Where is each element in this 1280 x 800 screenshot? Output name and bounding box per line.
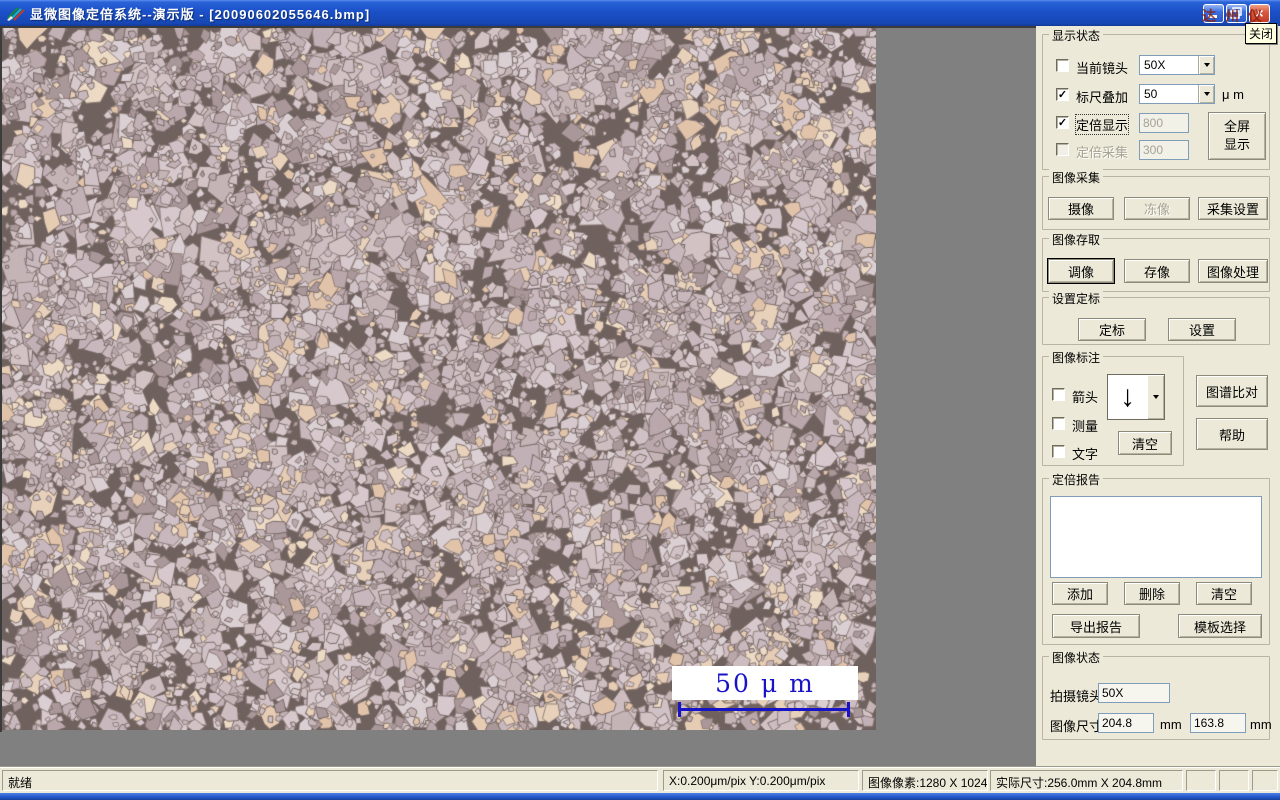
close-button[interactable]: × xyxy=(1249,4,1270,23)
arrow-style-dropdown-button[interactable] xyxy=(1147,375,1164,419)
close-icon: × xyxy=(1255,5,1264,21)
image-size-label: 图像尺寸 xyxy=(1050,719,1103,734)
scale-bar-text: 50 μ m xyxy=(715,668,815,698)
atlas-compare-button[interactable]: 图谱比对 xyxy=(1196,375,1268,407)
measure-checkbox[interactable] xyxy=(1052,417,1065,430)
minimize-button[interactable] xyxy=(1203,4,1224,23)
chevron-down-icon xyxy=(1152,395,1159,402)
current-lens-combo[interactable]: 50X xyxy=(1139,55,1215,75)
status-empty-2 xyxy=(1219,770,1249,791)
scale-bar-tick-right xyxy=(847,702,850,717)
shooting-lens-field[interactable] xyxy=(1098,683,1170,703)
capture-title: 图像采集 xyxy=(1049,169,1104,186)
scale-overlay-checkbox[interactable] xyxy=(1056,88,1069,101)
window-title: 显微图像定倍系统--演示版 - [20090602055646.bmp] xyxy=(30,6,371,22)
window-bottom-border xyxy=(0,793,1280,800)
calibrate-button[interactable]: 定标 xyxy=(1078,318,1146,341)
status-pixel-scale: X:0.200μm/pix Y:0.200μm/pix xyxy=(663,770,859,791)
text-label: 文字 xyxy=(1072,447,1099,462)
scale-overlay-value: 50 xyxy=(1144,87,1158,101)
image-width-unit: mm xyxy=(1160,717,1182,732)
status-image-pixels: 图像像素:1280 X 1024 xyxy=(862,770,988,791)
arrow-label: 箭头 xyxy=(1072,390,1099,405)
help-button[interactable]: 帮助 xyxy=(1196,418,1268,450)
measure-label: 测量 xyxy=(1072,419,1099,434)
report-title: 定倍报告 xyxy=(1049,471,1104,488)
report-delete-button[interactable]: 删除 xyxy=(1124,582,1180,605)
image-height-field[interactable] xyxy=(1190,713,1246,733)
image-height-unit: mm xyxy=(1250,717,1272,732)
current-lens-dropdown-button[interactable] xyxy=(1198,56,1214,74)
status-actual-size: 实际尺寸:256.0mm X 204.8mm xyxy=(990,770,1183,791)
close-tooltip: 关闭 xyxy=(1244,23,1277,44)
restore-icon xyxy=(1230,7,1242,19)
chevron-down-icon xyxy=(1203,63,1210,70)
scale-overlay-label: 标尺叠加 xyxy=(1076,90,1129,105)
save-image-button[interactable]: 存像 xyxy=(1124,259,1190,283)
scale-overlay-combo[interactable]: 50 xyxy=(1139,84,1215,104)
fixed-capture-label: 定倍采集 xyxy=(1076,145,1129,160)
report-clear-button[interactable]: 清空 xyxy=(1196,582,1252,605)
load-image-button[interactable]: 调像 xyxy=(1048,259,1114,283)
status-empty-1 xyxy=(1186,770,1216,791)
arrow-style-combo[interactable]: ↓ xyxy=(1107,374,1165,420)
annotation-clear-button[interactable]: 清空 xyxy=(1118,431,1172,455)
current-lens-label: 当前镜头 xyxy=(1076,61,1129,76)
display-status-title: 显示状态 xyxy=(1049,27,1104,44)
application-window: 显微图像定倍系统--演示版 - [20090602055646.bmp] × 达… xyxy=(0,0,1280,800)
control-panel: 显示状态 当前镜头 50X 标尺叠加 50 μ m 定倍显示 定倍采集 全屏显示… xyxy=(1036,26,1280,766)
report-listbox[interactable] xyxy=(1050,496,1262,578)
scale-bar-tick-left xyxy=(678,702,681,717)
chevron-down-icon xyxy=(1203,92,1210,99)
export-report-button[interactable]: 导出报告 xyxy=(1052,614,1140,638)
camera-button[interactable]: 摄像 xyxy=(1048,197,1114,220)
scale-bar-label-box: 50 μ m xyxy=(672,666,858,700)
minimize-icon xyxy=(1208,15,1217,18)
freeze-button: 冻像 xyxy=(1124,197,1190,220)
fixed-capture-field xyxy=(1139,140,1189,160)
fixed-capture-checkbox xyxy=(1056,143,1069,156)
fullscreen-button-label: 全屏显示 xyxy=(1223,119,1250,152)
fixed-display-checkbox[interactable] xyxy=(1056,116,1069,129)
report-add-button[interactable]: 添加 xyxy=(1052,582,1108,605)
scale-overlay-unit: μ m xyxy=(1222,87,1244,102)
status-empty-3 xyxy=(1252,770,1278,791)
storage-title: 图像存取 xyxy=(1049,231,1104,248)
shooting-lens-label: 拍摄镜头 xyxy=(1050,689,1103,704)
image-process-button[interactable]: 图像处理 xyxy=(1198,259,1268,283)
image-width-field[interactable] xyxy=(1098,713,1154,733)
text-checkbox[interactable] xyxy=(1052,445,1065,458)
current-lens-value: 50X xyxy=(1144,58,1166,72)
app-icon xyxy=(6,5,26,21)
status-bar: 就绪 X:0.200μm/pix Y:0.200μm/pix 图像像素:1280… xyxy=(0,766,1280,793)
micrograph-image[interactable] xyxy=(2,28,876,730)
image-status-title: 图像状态 xyxy=(1049,649,1104,666)
scale-overlay-dropdown-button[interactable] xyxy=(1198,85,1214,103)
annotation-title: 图像标注 xyxy=(1049,349,1104,366)
fullscreen-button[interactable]: 全屏显示 xyxy=(1208,112,1266,160)
fixed-display-label: 定倍显示 xyxy=(1074,114,1130,135)
arrow-checkbox[interactable] xyxy=(1052,388,1065,401)
template-select-button[interactable]: 模板选择 xyxy=(1178,614,1262,638)
current-lens-checkbox[interactable] xyxy=(1056,59,1069,72)
capture-settings-button[interactable]: 采集设置 xyxy=(1198,197,1268,220)
window-controls: × xyxy=(1203,4,1270,23)
restore-button[interactable] xyxy=(1226,4,1247,23)
status-ready: 就绪 xyxy=(2,770,658,791)
calibration-title: 设置定标 xyxy=(1049,290,1104,307)
scale-bar-line xyxy=(678,708,850,711)
title-bar: 显微图像定倍系统--演示版 - [20090602055646.bmp] × 达… xyxy=(0,0,1280,44)
fixed-display-field xyxy=(1139,113,1189,133)
arrow-down-icon: ↓ xyxy=(1108,375,1147,419)
calibration-set-button[interactable]: 设置 xyxy=(1168,318,1236,341)
